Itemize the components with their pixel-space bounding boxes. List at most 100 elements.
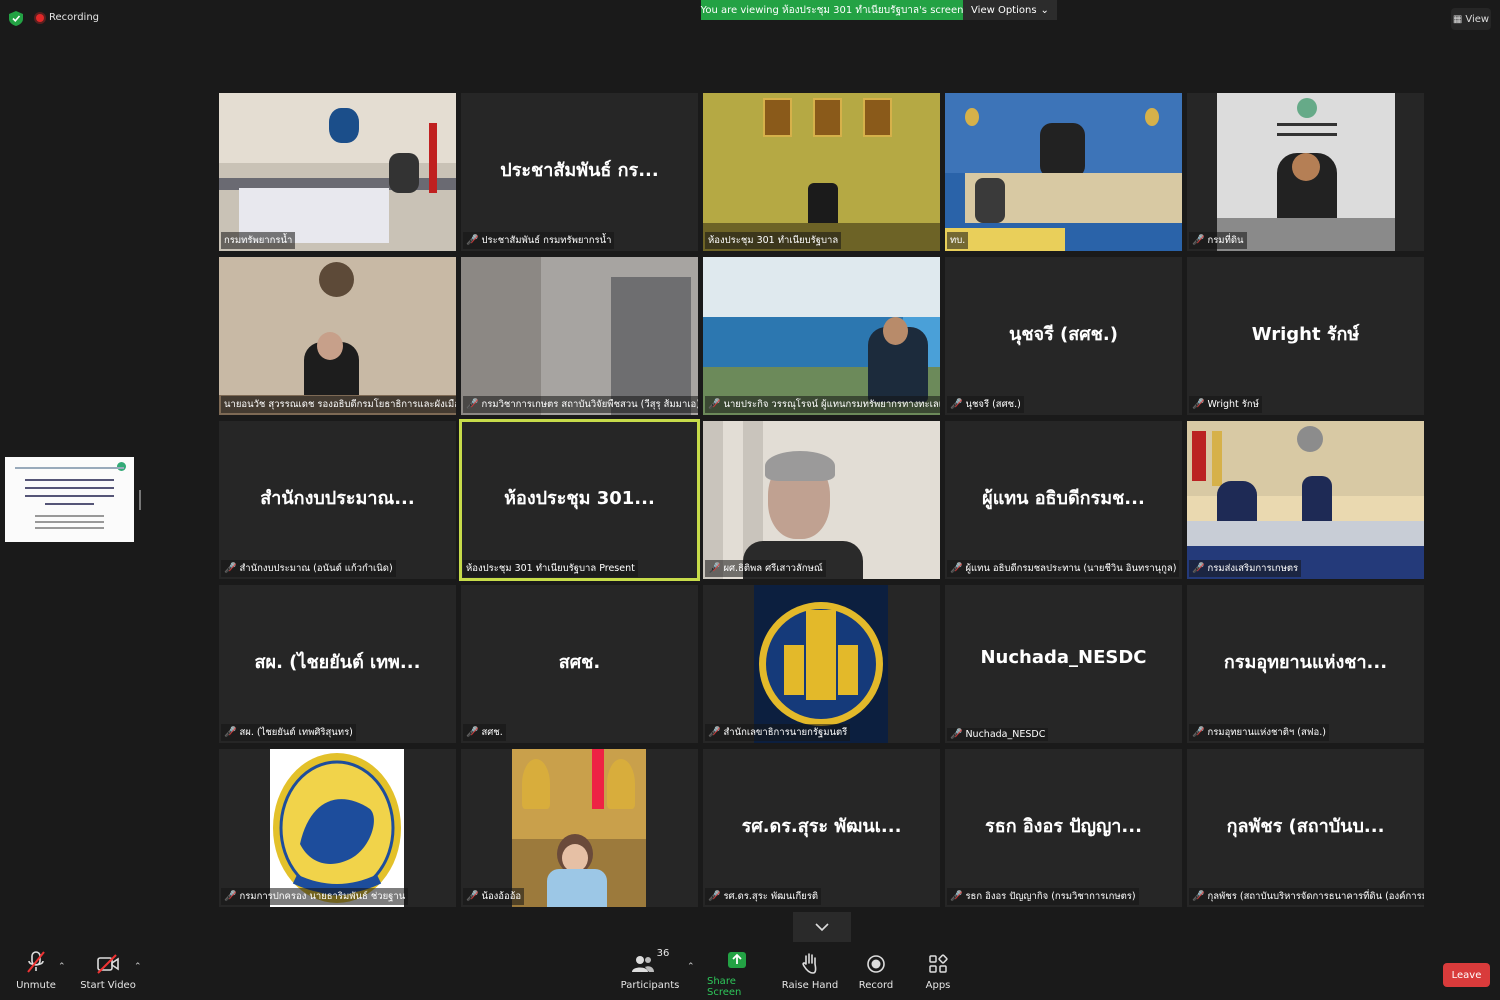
- participant-name: 🎤̸ สศช.: [463, 724, 506, 741]
- participant-name: ทบ.: [947, 232, 969, 249]
- video-tile[interactable]: กรมทรัพยากรน้ำ: [219, 93, 456, 251]
- video-tile[interactable]: ห้องประชุม 301 ทำเนียบรัฐบาล: [703, 93, 940, 251]
- participants-button[interactable]: 36 Participants: [620, 948, 680, 998]
- mic-muted-icon: [25, 948, 47, 974]
- video-tile[interactable]: ทบ.: [945, 93, 1182, 251]
- apps-button[interactable]: Apps: [908, 948, 968, 998]
- participant-display-name: Wright รักษ์: [1251, 324, 1360, 345]
- emblem-image: [754, 585, 888, 743]
- participant-name: 🎤̸ น้องอ้ออ้อ: [463, 888, 525, 905]
- leave-button[interactable]: Leave: [1443, 963, 1490, 987]
- share-screen-icon: [726, 948, 748, 970]
- video-tile[interactable]: กุลพัชร (สถาบันบ... 🎤̸ กุลพัชร (สถาบันบริ…: [1187, 749, 1424, 907]
- record-icon: [866, 948, 886, 974]
- active-speaker-tile[interactable]: ห้องประชุม 301... ห้องประชุม 301 ทำเนียบ…: [459, 419, 700, 581]
- raise-hand-button[interactable]: Raise Hand: [780, 948, 840, 998]
- mic-muted-icon: 🎤̸: [1192, 563, 1205, 574]
- participant-name: 🎤̸ ประชาสัมพันธ์ กรมทรัพยากรน้ำ: [463, 232, 615, 249]
- video-tile[interactable]: รศ.ดร.สุระ พัฒนเ... 🎤̸ รศ.ดร.สุระ พัฒนเกี…: [703, 749, 940, 907]
- view-options-button[interactable]: View Options ⌄: [963, 0, 1057, 20]
- recording-label: Recording: [49, 12, 100, 23]
- participant-name: 🎤̸ ผศ.ธิติพล ศรีเสาวลักษณ์: [705, 560, 826, 577]
- mic-muted-icon: 🎤̸: [224, 727, 237, 738]
- video-tile[interactable]: 🎤̸ กรมวิชาการเกษตร สถาบันวิจัยพืชสวน (วีส…: [461, 257, 698, 415]
- start-video-label: Start Video: [80, 980, 136, 991]
- participant-display-name: ห้องประชุม 301...: [504, 488, 655, 509]
- hand-icon: [801, 948, 819, 974]
- collapse-toolbar-button[interactable]: [793, 912, 851, 942]
- mic-muted-icon: 🎤̸: [466, 235, 479, 246]
- audio-options-caret-icon[interactable]: ⌃: [58, 962, 66, 972]
- shield-icon[interactable]: [9, 11, 23, 26]
- participant-name: 🎤̸ รศ.ดร.สุระ พัฒนเกียรติ: [705, 888, 822, 905]
- record-button[interactable]: Record: [846, 948, 906, 998]
- video-feed: [219, 257, 456, 415]
- video-tile[interactable]: สผ. (ไชยยันต์ เทพ... 🎤̸ สผ. (ไชยยันต์ เทพ…: [219, 585, 456, 743]
- video-tile[interactable]: 🎤̸ กรมการปกครอง นายธาริมพันธ์ ช่วยฐาน: [219, 749, 456, 907]
- video-grid: กรมทรัพยากรน้ำ ประชาสัมพันธ์ กร... 🎤̸ ประ…: [219, 93, 1425, 907]
- video-tile[interactable]: ประชาสัมพันธ์ กร... 🎤̸ ประชาสัมพันธ์ กรมท…: [461, 93, 698, 251]
- participant-name: 🎤̸ กรมส่งเสริมการเกษตร: [1189, 560, 1302, 577]
- video-tile[interactable]: สศช. 🎤̸ สศช.: [461, 585, 698, 743]
- participant-name: 🎤̸ กรมการปกครอง นายธาริมพันธ์ ช่วยฐาน: [221, 888, 409, 905]
- participant-display-name: สำนักงบประมาณ...: [260, 488, 415, 509]
- video-feed: [512, 749, 646, 907]
- video-tile[interactable]: รธก อิงอร ปัญญา... 🎤̸ รธก อิงอร ปัญญากิจ …: [945, 749, 1182, 907]
- participant-name: นายอนวัช สุวรรณเดช รองอธิบดีกรมโยธาธิการ…: [221, 396, 456, 413]
- thumbnail-resize-handle[interactable]: [139, 490, 141, 510]
- mic-muted-icon: 🎤̸: [708, 399, 721, 410]
- mic-muted-icon: 🎤̸: [950, 399, 963, 410]
- participant-name: ห้องประชุม 301 ทำเนียบรัฐบาล: [705, 232, 842, 249]
- share-screen-label: Share Screen: [707, 976, 742, 998]
- participant-display-name: กุลพัชร (สถาบันบ...: [1226, 816, 1385, 837]
- participant-name: กรมทรัพยากรน้ำ: [221, 232, 296, 249]
- participant-name: 🎤̸ นายประกิจ วรรณุโรจน์ ผู้แทนกรมทรัพยากร…: [705, 396, 940, 413]
- recording-indicator[interactable]: Recording: [36, 12, 99, 23]
- video-tile[interactable]: นายอนวัช สุวรรณเดช รองอธิบดีกรมโยธาธิการ…: [219, 257, 456, 415]
- mic-muted-icon: 🎤̸: [708, 563, 721, 574]
- participants-options-caret-icon[interactable]: ⌃: [687, 962, 695, 972]
- video-tile[interactable]: Wright รักษ์ 🎤̸ Wright รักษ์: [1187, 257, 1424, 415]
- start-video-button[interactable]: Start Video: [78, 948, 138, 998]
- participants-count: 36: [656, 948, 670, 959]
- mic-muted-icon: 🎤̸: [1192, 891, 1205, 902]
- view-button[interactable]: ▦ View: [1451, 8, 1491, 30]
- mic-muted-icon: 🎤̸: [1192, 399, 1205, 410]
- video-tile[interactable]: 🎤̸ กรมส่งเสริมการเกษตร: [1187, 421, 1424, 579]
- mic-muted-icon: 🎤̸: [950, 563, 963, 574]
- shared-screen-thumbnail[interactable]: [5, 457, 134, 542]
- participant-name: 🎤̸ Nuchada_NESDC: [947, 728, 1049, 741]
- video-tile[interactable]: กรมอุทยานแห่งชา... 🎤̸ กรมอุทยานแห่งชาติฯ …: [1187, 585, 1424, 743]
- video-feed: [1217, 93, 1395, 251]
- share-screen-button[interactable]: Share Screen: [707, 948, 767, 998]
- video-feed: [1187, 421, 1424, 579]
- video-tile[interactable]: 🎤̸ กรมที่ดิน: [1187, 93, 1424, 251]
- video-tile[interactable]: 🎤̸ ผศ.ธิติพล ศรีเสาวลักษณ์: [703, 421, 940, 579]
- video-tile[interactable]: สำนักงบประมาณ... 🎤̸ สำนักงบประมาณ (อนันต์…: [219, 421, 456, 579]
- mic-muted-icon: 🎤̸: [950, 891, 963, 902]
- meeting-toolbar: Unmute ⌃ Start Video ⌃ 36 Participants ⌃: [0, 948, 1500, 1000]
- record-label: Record: [858, 980, 894, 991]
- video-tile[interactable]: นุชจรี (สศช.) 🎤̸ นุชจรี (สศช.): [945, 257, 1182, 415]
- video-tile[interactable]: 🎤̸ สำนักเลขาธิการนายกรัฐมนตรี: [703, 585, 940, 743]
- video-tile[interactable]: 🎤̸ น้องอ้ออ้อ: [461, 749, 698, 907]
- video-feed: [945, 93, 1182, 251]
- unmute-button[interactable]: Unmute: [6, 948, 66, 998]
- participant-name: 🎤̸ รธก อิงอร ปัญญากิจ (กรมวิชาการเกษตร): [947, 888, 1139, 905]
- unmute-label: Unmute: [16, 980, 56, 991]
- participant-name: 🎤̸ กรมอุทยานแห่งชาติฯ (สฟอ.): [1189, 724, 1329, 741]
- participant-name: 🎤̸ นุชจรี (สศช.): [947, 396, 1024, 413]
- participant-name: 🎤̸ กรมที่ดิน: [1189, 232, 1247, 249]
- participant-display-name: กรมอุทยานแห่งชา...: [1223, 652, 1388, 673]
- participant-display-name: สศช.: [558, 652, 601, 673]
- participant-display-name: รศ.ดร.สุระ พัฒนเ...: [741, 816, 902, 837]
- participants-label: Participants: [620, 980, 680, 991]
- video-tile[interactable]: ผู้แทน อธิบดีกรมช... 🎤̸ ผู้แทน อธิบดีกรมช…: [945, 421, 1182, 579]
- apps-label: Apps: [925, 980, 951, 991]
- video-options-caret-icon[interactable]: ⌃: [134, 962, 142, 972]
- grid-icon: ▦: [1452, 13, 1463, 25]
- video-tile[interactable]: 🎤̸ นายประกิจ วรรณุโรจน์ ผู้แทนกรมทรัพยากร…: [703, 257, 940, 415]
- participant-name: 🎤̸ ผู้แทน อธิบดีกรมชลประทาน (นายชีวิน อิน…: [947, 560, 1180, 577]
- video-tile[interactable]: Nuchada_NESDC 🎤̸ Nuchada_NESDC: [945, 585, 1182, 743]
- participant-name: 🎤̸ Wright รักษ์: [1189, 396, 1262, 413]
